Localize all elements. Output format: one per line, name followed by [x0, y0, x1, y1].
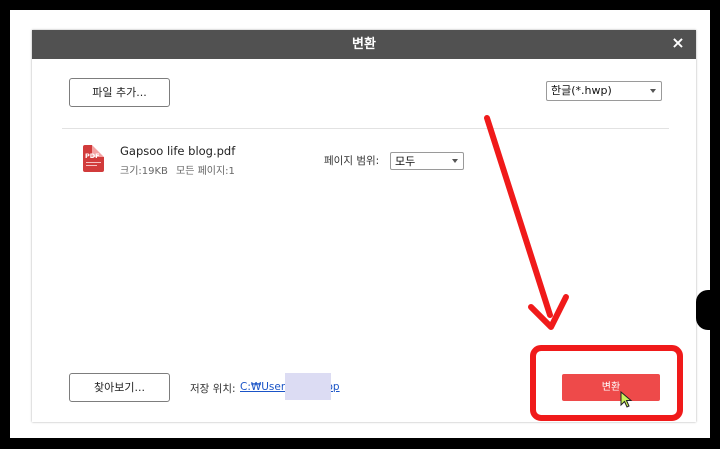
annotation-arrow	[484, 115, 569, 330]
arrow-shaft	[484, 115, 553, 318]
mouse-cursor-icon	[620, 391, 633, 408]
